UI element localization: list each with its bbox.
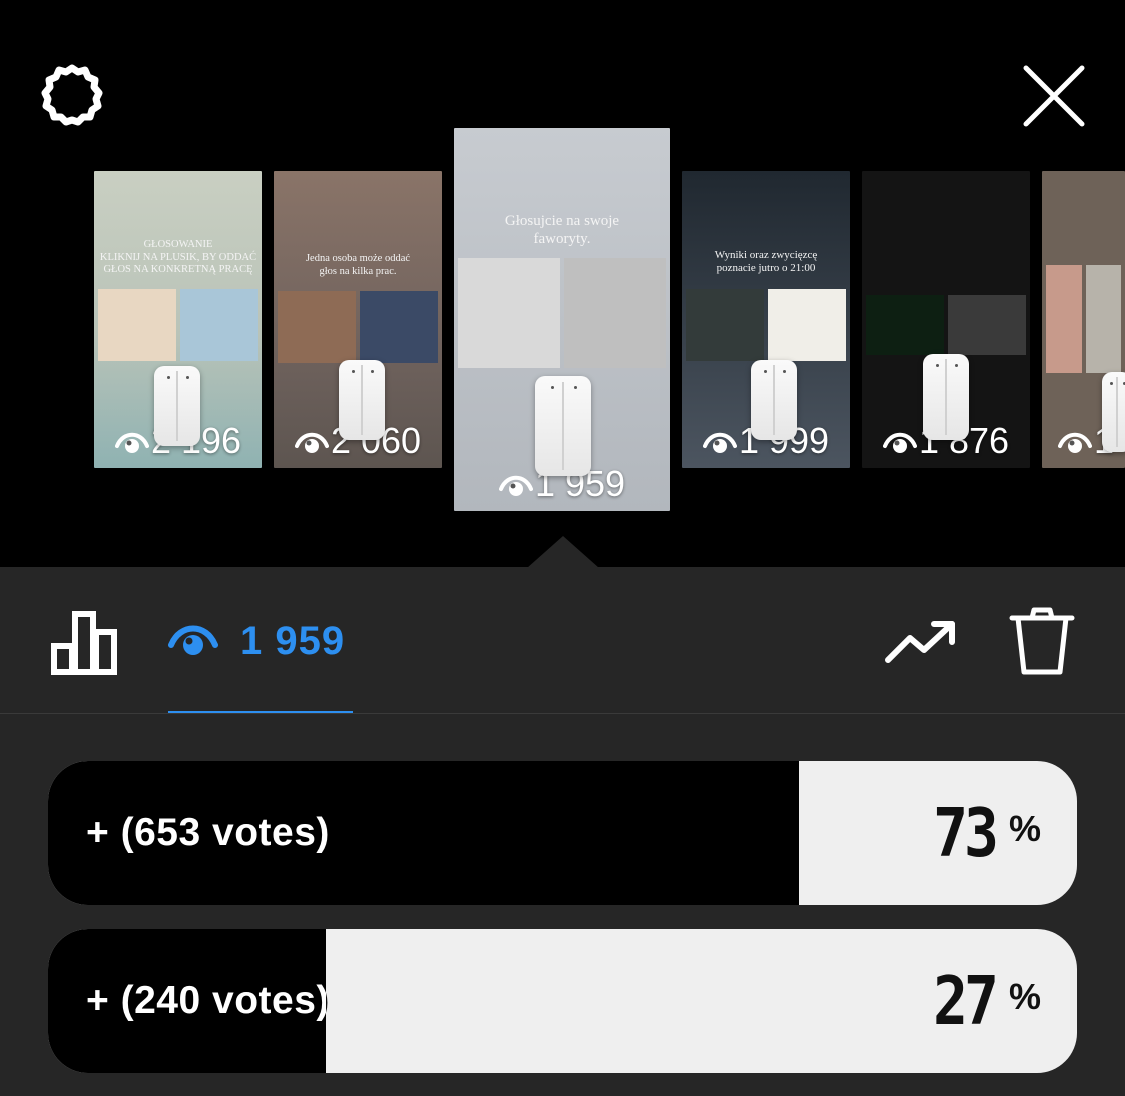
story-caption: Wyniki oraz zwycięzcę poznacie jutro o 21… xyxy=(682,249,850,275)
story-caption-line: KLIKNIJ NA PLUSIK, BY ODDAĆ xyxy=(99,251,257,263)
eye-icon xyxy=(702,432,737,453)
story-caption-line: GŁOS NA KONKRETNĄ PRACĘ xyxy=(103,264,253,276)
percent-value: 27 xyxy=(933,961,999,1041)
tab-views[interactable]: 1 959 xyxy=(168,605,345,677)
active-tab-indicator xyxy=(168,711,353,713)
bar-chart-icon[interactable] xyxy=(48,608,120,676)
story-artwork-image xyxy=(1046,265,1082,373)
percent-value: 73 xyxy=(933,793,999,873)
percent-sign: % xyxy=(1008,976,1041,1017)
views-count: 1 959 xyxy=(240,618,346,663)
story-caption: Głosujcie na swoje faworyty. xyxy=(454,212,670,248)
eye-icon xyxy=(114,432,149,453)
poll-option-percent: 27 % xyxy=(933,929,1041,1073)
story-caption-line: Wyniki oraz zwycięzcę xyxy=(714,249,818,261)
story-caption-line: głos na kilka prac. xyxy=(319,265,397,277)
poll-sticker xyxy=(535,376,591,476)
eye-icon xyxy=(498,475,533,496)
story-artwork-image xyxy=(458,258,560,368)
poll-option-label: + (653 votes) xyxy=(86,811,330,854)
story-caption-line: Głosujcie na swoje xyxy=(504,213,620,229)
story-caption: Jedna osoba może oddać głos na kilka prac… xyxy=(274,253,442,278)
story-artwork-image xyxy=(360,291,438,363)
story-caption-line: Jedna osoba może oddać xyxy=(305,253,411,264)
story-artwork-image xyxy=(180,289,258,361)
gear-icon[interactable] xyxy=(36,60,108,132)
story-artwork-image xyxy=(686,289,764,361)
story-artwork-image xyxy=(768,289,846,361)
story-artwork-image xyxy=(564,258,666,368)
story-caption-line: faworyty. xyxy=(533,231,591,247)
eye-icon xyxy=(882,432,917,453)
story-artwork-image xyxy=(278,291,356,363)
poll-option-label: + (240 votes) xyxy=(86,979,330,1022)
trash-icon[interactable] xyxy=(1008,606,1076,676)
poll-sticker xyxy=(751,360,797,440)
story-artwork-image xyxy=(98,289,176,361)
poll-sticker xyxy=(154,366,200,446)
poll-sticker xyxy=(923,354,969,440)
percent-sign: % xyxy=(1008,808,1041,849)
poll-sticker xyxy=(1102,372,1125,452)
poll-option-1: + (653 votes) 73 % xyxy=(48,761,1077,905)
story-artwork-image xyxy=(866,295,944,355)
story-artwork-image xyxy=(1085,265,1121,373)
story-caption: GŁOSOWANIE KLIKNIJ NA PLUSIK, BY ODDAĆ GŁO… xyxy=(94,239,262,277)
story-caption-line: poznacie jutro o 21:00 xyxy=(716,262,816,275)
trending-up-icon[interactable] xyxy=(884,618,958,666)
poll-option-percent: 73 % xyxy=(933,761,1041,905)
poll-sticker xyxy=(339,360,385,440)
eye-icon xyxy=(294,432,329,453)
eye-icon xyxy=(1058,432,1092,453)
poll-option-2: + (240 votes) 27 % xyxy=(48,929,1077,1073)
eye-icon xyxy=(168,619,218,664)
story-caption-line: GŁOSOWANIE xyxy=(143,239,213,250)
story-artwork-image xyxy=(948,295,1026,355)
close-icon[interactable] xyxy=(1018,60,1090,132)
selected-pointer xyxy=(527,536,599,568)
